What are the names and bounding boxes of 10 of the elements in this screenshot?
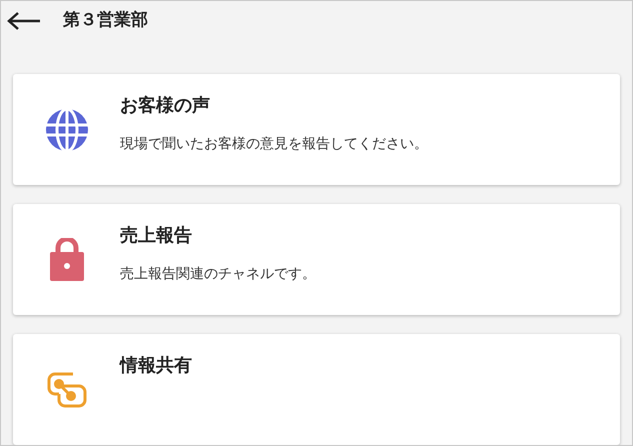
channel-card[interactable]: お客様の声 現場で聞いたお客様の意見を報告してください。 [13,74,620,185]
channel-description: 売上報告関連のチャネルです。 [120,265,316,284]
channel-description: 現場で聞いたお客様の意見を報告してください。 [120,135,428,154]
channel-card[interactable]: 売上報告 売上報告関連のチャネルです。 [13,204,620,315]
channel-card[interactable]: 情報共有 [13,334,620,445]
page-title: 第３営業部 [63,8,148,32]
channel-title: お客様の声 [120,94,211,118]
back-arrow-icon[interactable] [7,10,41,30]
channel-title: 売上報告 [120,224,193,248]
channel-title: 情報共有 [120,354,192,378]
